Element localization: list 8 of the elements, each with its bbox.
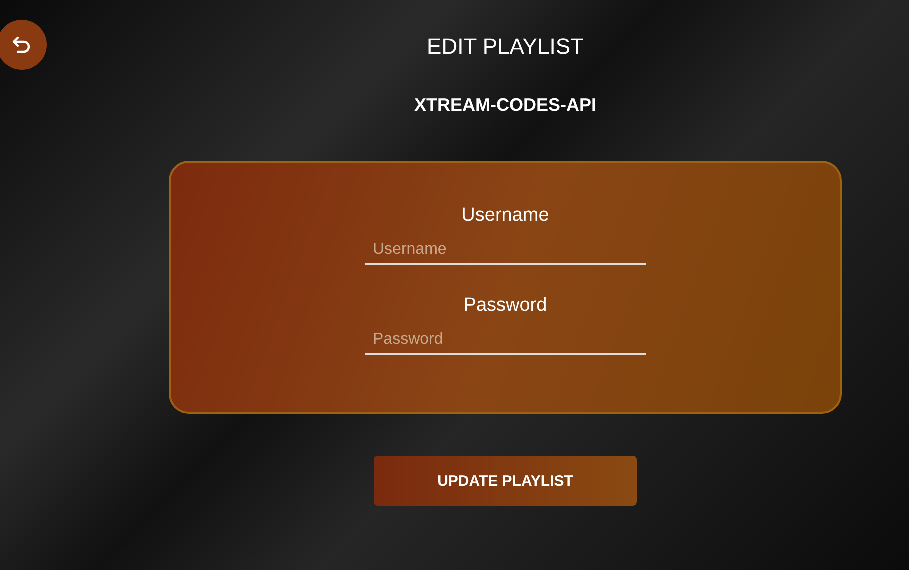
username-field[interactable]: Username: [365, 237, 646, 265]
playlist-type: XTREAM-CODES-API: [414, 94, 596, 116]
page-title: EDIT PLAYLIST: [427, 34, 584, 60]
field-label: Username: [462, 205, 550, 227]
field-label: Password: [464, 295, 548, 317]
back-button[interactable]: [0, 20, 47, 70]
update-playlist-button[interactable]: UPDATE PLAYLIST: [374, 456, 637, 506]
password-field[interactable]: Password: [365, 327, 646, 355]
